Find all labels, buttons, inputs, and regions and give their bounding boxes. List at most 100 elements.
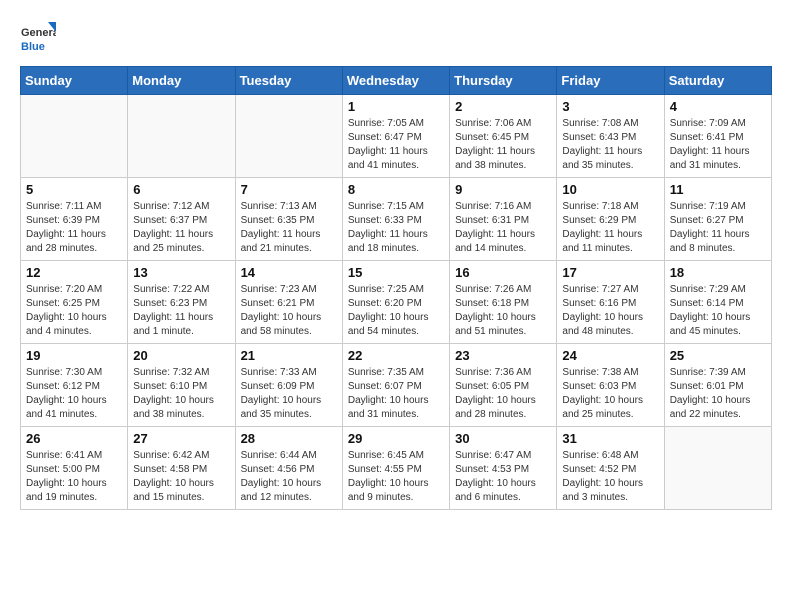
calendar-cell [664, 427, 771, 510]
day-number: 19 [26, 348, 122, 363]
day-info: Sunrise: 6:47 AMSunset: 4:53 PMDaylight:… [455, 449, 551, 505]
day-info: Sunrise: 7:27 AMSunset: 6:16 PMDaylight:… [562, 283, 658, 339]
calendar-cell: 16Sunrise: 7:26 AMSunset: 6:18 PMDayligh… [450, 261, 557, 344]
calendar-cell: 29Sunrise: 6:45 AMSunset: 4:55 PMDayligh… [342, 427, 449, 510]
calendar-cell: 8 Sunrise: 7:15 AMSunset: 6:33 PMDaylight… [342, 178, 449, 261]
svg-text:General: General [21, 27, 56, 39]
weekday-header-friday: Friday [557, 67, 664, 95]
calendar-cell: 30 Sunrise: 6:47 AMSunset: 4:53 PMDayligh… [450, 427, 557, 510]
calendar-cell: 11 Sunrise: 7:19 AMSunset: 6:27 PMDayligh… [664, 178, 771, 261]
calendar-week-row: 19 Sunrise: 7:30 AMSunset: 6:12 PMDayligh… [21, 344, 772, 427]
calendar-cell: 3 Sunrise: 7:08 AMSunset: 6:43 PMDaylight… [557, 95, 664, 178]
day-info: Sunrise: 7:29 AMSunset: 6:14 PMDaylight:… [670, 283, 766, 339]
calendar-cell [235, 95, 342, 178]
day-info: Sunrise: 7:09 AMSunset: 6:41 PMDaylight:… [670, 117, 766, 173]
day-number: 1 [348, 99, 444, 114]
day-info: Sunrise: 7:30 AMSunset: 6:12 PMDaylight:… [26, 366, 122, 422]
day-info: Sunrise: 7:35 AMSunset: 6:07 PMDaylight:… [348, 366, 444, 422]
day-number: 13 [133, 265, 229, 280]
day-number: 24 [562, 348, 658, 363]
calendar-cell: 22 Sunrise: 7:35 AMSunset: 6:07 PMDayligh… [342, 344, 449, 427]
weekday-header-row: SundayMondayTuesdayWednesdayThursdayFrid… [21, 67, 772, 95]
day-number: 5 [26, 182, 122, 197]
calendar-cell: 6 Sunrise: 7:12 AMSunset: 6:37 PMDaylight… [128, 178, 235, 261]
weekday-header-tuesday: Tuesday [235, 67, 342, 95]
day-number: 30 [455, 431, 551, 446]
day-number: 15 [348, 265, 444, 280]
calendar: SundayMondayTuesdayWednesdayThursdayFrid… [20, 66, 772, 510]
day-number: 31 [562, 431, 658, 446]
calendar-cell: 31 Sunrise: 6:48 AMSunset: 4:52 PMDayligh… [557, 427, 664, 510]
calendar-cell: 14 Sunrise: 7:23 AMSunset: 6:21 PMDayligh… [235, 261, 342, 344]
logo-icon: General Blue [20, 20, 56, 56]
day-number: 10 [562, 182, 658, 197]
day-info: Sunrise: 7:16 AMSunset: 6:31 PMDaylight:… [455, 200, 551, 256]
calendar-cell [128, 95, 235, 178]
svg-text:Blue: Blue [21, 41, 45, 53]
calendar-cell: 17 Sunrise: 7:27 AMSunset: 6:16 PMDayligh… [557, 261, 664, 344]
calendar-cell: 10Sunrise: 7:18 AMSunset: 6:29 PMDayligh… [557, 178, 664, 261]
day-info: Sunrise: 7:12 AMSunset: 6:37 PMDaylight:… [133, 200, 229, 256]
day-info: Sunrise: 7:08 AMSunset: 6:43 PMDaylight:… [562, 117, 658, 173]
day-info: Sunrise: 7:39 AMSunset: 6:01 PMDaylight:… [670, 366, 766, 422]
calendar-cell: 15 Sunrise: 7:25 AMSunset: 6:20 PMDayligh… [342, 261, 449, 344]
day-info: Sunrise: 7:06 AMSunset: 6:45 PMDaylight:… [455, 117, 551, 173]
day-info: Sunrise: 7:33 AMSunset: 6:09 PMDaylight:… [241, 366, 337, 422]
calendar-cell: 12 Sunrise: 7:20 AMSunset: 6:25 PMDayligh… [21, 261, 128, 344]
day-number: 17 [562, 265, 658, 280]
day-number: 11 [670, 182, 766, 197]
day-number: 8 [348, 182, 444, 197]
logo: General Blue [20, 20, 56, 56]
day-number: 18 [670, 265, 766, 280]
day-number: 27 [133, 431, 229, 446]
day-number: 4 [670, 99, 766, 114]
day-number: 2 [455, 99, 551, 114]
calendar-cell [21, 95, 128, 178]
day-info: Sunrise: 7:23 AMSunset: 6:21 PMDaylight:… [241, 283, 337, 339]
day-number: 23 [455, 348, 551, 363]
day-number: 21 [241, 348, 337, 363]
day-number: 16 [455, 265, 551, 280]
day-info: Sunrise: 6:44 AMSunset: 4:56 PMDaylight:… [241, 449, 337, 505]
weekday-header-wednesday: Wednesday [342, 67, 449, 95]
calendar-week-row: 26Sunrise: 6:41 AMSunset: 5:00 PMDayligh… [21, 427, 772, 510]
day-info: Sunrise: 6:45 AMSunset: 4:55 PMDaylight:… [348, 449, 444, 505]
day-number: 25 [670, 348, 766, 363]
calendar-cell: 9 Sunrise: 7:16 AMSunset: 6:31 PMDaylight… [450, 178, 557, 261]
calendar-cell: 27 Sunrise: 6:42 AMSunset: 4:58 PMDayligh… [128, 427, 235, 510]
day-info: Sunrise: 7:15 AMSunset: 6:33 PMDaylight:… [348, 200, 444, 256]
day-info: Sunrise: 7:25 AMSunset: 6:20 PMDaylight:… [348, 283, 444, 339]
day-info: Sunrise: 7:13 AMSunset: 6:35 PMDaylight:… [241, 200, 337, 256]
calendar-cell: 1Sunrise: 7:05 AMSunset: 6:47 PMDaylight… [342, 95, 449, 178]
calendar-cell: 20Sunrise: 7:32 AMSunset: 6:10 PMDayligh… [128, 344, 235, 427]
day-info: Sunrise: 7:38 AMSunset: 6:03 PMDaylight:… [562, 366, 658, 422]
day-number: 26 [26, 431, 122, 446]
day-number: 14 [241, 265, 337, 280]
day-info: Sunrise: 6:48 AMSunset: 4:52 PMDaylight:… [562, 449, 658, 505]
weekday-header-sunday: Sunday [21, 67, 128, 95]
weekday-header-saturday: Saturday [664, 67, 771, 95]
day-number: 28 [241, 431, 337, 446]
calendar-cell: 23Sunrise: 7:36 AMSunset: 6:05 PMDayligh… [450, 344, 557, 427]
day-info: Sunrise: 7:32 AMSunset: 6:10 PMDaylight:… [133, 366, 229, 422]
day-number: 3 [562, 99, 658, 114]
calendar-cell: 4 Sunrise: 7:09 AMSunset: 6:41 PMDaylight… [664, 95, 771, 178]
day-number: 6 [133, 182, 229, 197]
day-number: 22 [348, 348, 444, 363]
calendar-cell: 5 Sunrise: 7:11 AMSunset: 6:39 PMDaylight… [21, 178, 128, 261]
calendar-cell: 21 Sunrise: 7:33 AMSunset: 6:09 PMDayligh… [235, 344, 342, 427]
calendar-cell: 25 Sunrise: 7:39 AMSunset: 6:01 PMDayligh… [664, 344, 771, 427]
calendar-week-row: 5 Sunrise: 7:11 AMSunset: 6:39 PMDaylight… [21, 178, 772, 261]
day-info: Sunrise: 7:19 AMSunset: 6:27 PMDaylight:… [670, 200, 766, 256]
day-info: Sunrise: 6:42 AMSunset: 4:58 PMDaylight:… [133, 449, 229, 505]
calendar-cell: 19 Sunrise: 7:30 AMSunset: 6:12 PMDayligh… [21, 344, 128, 427]
day-number: 12 [26, 265, 122, 280]
calendar-cell: 28 Sunrise: 6:44 AMSunset: 4:56 PMDayligh… [235, 427, 342, 510]
day-number: 9 [455, 182, 551, 197]
calendar-week-row: 1Sunrise: 7:05 AMSunset: 6:47 PMDaylight… [21, 95, 772, 178]
day-info: Sunrise: 7:11 AMSunset: 6:39 PMDaylight:… [26, 200, 122, 256]
day-number: 7 [241, 182, 337, 197]
calendar-cell: 7 Sunrise: 7:13 AMSunset: 6:35 PMDaylight… [235, 178, 342, 261]
day-info: Sunrise: 7:20 AMSunset: 6:25 PMDaylight:… [26, 283, 122, 339]
calendar-cell: 24 Sunrise: 7:38 AMSunset: 6:03 PMDayligh… [557, 344, 664, 427]
